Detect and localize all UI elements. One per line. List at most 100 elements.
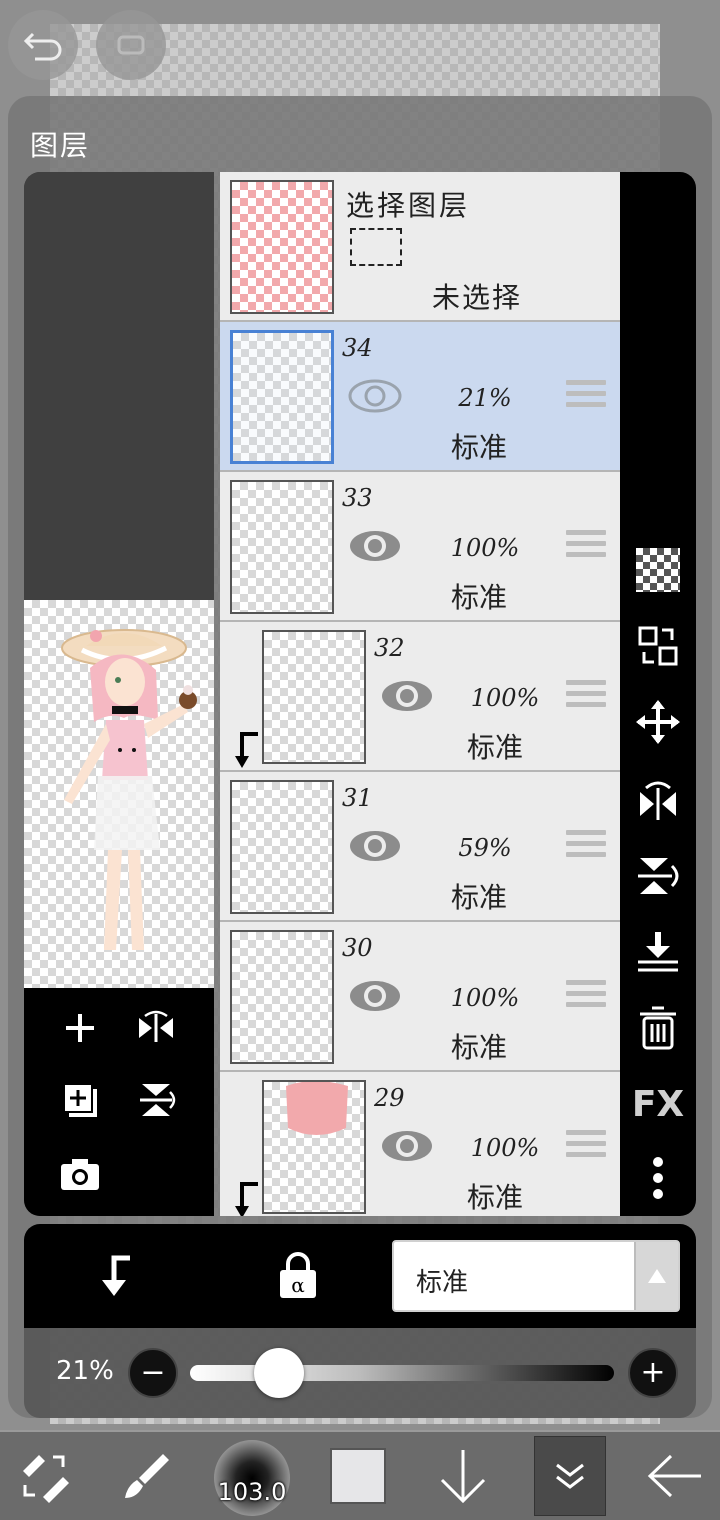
more-options-button[interactable] [632, 1152, 684, 1204]
tool-switch-button[interactable] [12, 1432, 76, 1520]
visibility-eye-icon[interactable] [348, 528, 402, 564]
selection-thumbnail [230, 180, 334, 314]
layer-blend-mode: 标准 [450, 1031, 507, 1064]
move-icon [636, 700, 680, 744]
plus-icon: + [640, 1355, 666, 1390]
transparency-lock-button[interactable] [632, 544, 684, 596]
checkerboard-icon [636, 548, 680, 592]
layer-opacity: 100% [470, 1134, 540, 1162]
layer-list: 选择图层 未选择 34 21% 标准 33 100% 标准 32 100% 标准… [220, 172, 620, 1216]
layer-thumbnail [230, 480, 334, 614]
visibility-eye-icon[interactable] [348, 978, 402, 1014]
layer-thumbnail [230, 330, 334, 464]
layer-down-button[interactable] [428, 1432, 498, 1520]
main-toolbar [0, 1432, 720, 1520]
layer-opacity: 21% [458, 384, 512, 412]
brush-size-value: 103.0 [217, 1478, 287, 1506]
drag-handle-icon[interactable] [566, 830, 606, 864]
visibility-eye-icon[interactable] [348, 828, 402, 864]
layer-blend-mode: 标准 [466, 1181, 523, 1214]
layer-row-32[interactable]: 32 100% 标准 [220, 622, 620, 772]
camera-icon [61, 1159, 99, 1190]
layer-blend-mode: 标准 [466, 731, 523, 764]
swap-icon [638, 626, 678, 666]
plus-icon [66, 1014, 94, 1042]
layer-opacity: 100% [450, 534, 520, 562]
undo-icon [23, 32, 62, 61]
layers-button[interactable] [534, 1436, 606, 1516]
flip-layer-horizontal-button[interactable] [632, 774, 684, 826]
layer-settings-bar: α 标准 [24, 1224, 696, 1328]
move-layer-button[interactable] [632, 696, 684, 748]
undo-button[interactable] [8, 10, 78, 80]
canvas-preview[interactable] [24, 600, 214, 988]
layer-number: 29 [374, 1084, 405, 1112]
layer-blend-mode: 标准 [450, 431, 507, 464]
opacity-increase-button[interactable]: + [628, 1348, 678, 1398]
layer-operations-toolbar: FX [620, 172, 696, 1216]
drag-handle-icon[interactable] [566, 1130, 606, 1164]
layer-thumbnail [262, 630, 366, 764]
layer-number: 34 [342, 334, 373, 362]
panel-title: 图层 [30, 129, 91, 162]
opacity-control: 21% − + [24, 1328, 696, 1418]
opacity-decrease-button[interactable]: − [128, 1348, 178, 1398]
merge-down-icon [638, 932, 678, 972]
visibility-eye-icon[interactable] [380, 1128, 434, 1164]
drag-handle-icon[interactable] [566, 380, 606, 414]
layer-row-34[interactable]: 34 21% 标准 [220, 322, 620, 472]
layer-opacity: 59% [458, 834, 512, 862]
flip-layer-vertical-button[interactable] [632, 850, 684, 902]
layer-number: 30 [342, 934, 373, 962]
drag-handle-icon[interactable] [566, 680, 606, 714]
layer-row-33[interactable]: 33 100% 标准 [220, 472, 620, 622]
layer-number: 32 [374, 634, 405, 662]
add-folder-button[interactable] [54, 1074, 106, 1126]
fx-button[interactable]: FX [632, 1078, 684, 1130]
flip-vertical-icon [638, 858, 679, 894]
add-layer-button[interactable] [54, 1002, 106, 1054]
flip-horizontal-icon [640, 781, 676, 820]
select-layer-row[interactable]: 选择图层 未选择 [220, 172, 620, 322]
flip-vertical-button[interactable] [130, 1074, 182, 1126]
layer-thumbnail [230, 780, 334, 914]
brush-icon [125, 1454, 169, 1498]
thumbnail-content [286, 1081, 348, 1135]
add-layer-copy-icon [63, 1083, 97, 1117]
redo-button[interactable] [96, 10, 166, 80]
clipping-arrow-icon [235, 732, 258, 768]
color-button[interactable] [326, 1432, 390, 1520]
flip-horizontal-icon [139, 1010, 173, 1042]
svg-text:α: α [291, 1273, 305, 1297]
layer-blend-mode: 标准 [450, 881, 507, 914]
drag-handle-icon[interactable] [566, 980, 606, 1014]
back-button[interactable] [640, 1432, 710, 1520]
redo-icon [117, 35, 145, 55]
layer-number: 31 [342, 784, 373, 812]
alpha-lock-button[interactable]: α [276, 1252, 320, 1304]
camera-button[interactable] [54, 1148, 106, 1200]
selection-status: 未选择 [432, 281, 523, 314]
delete-layer-button[interactable] [632, 1002, 684, 1054]
blend-mode-value: 标准 [416, 1268, 469, 1298]
layer-opacity: 100% [470, 684, 540, 712]
layer-row-29[interactable]: 29 100% 标准 [220, 1072, 620, 1216]
chevron-up-icon [634, 1242, 678, 1310]
visibility-eye-icon[interactable] [380, 678, 434, 714]
opacity-slider-knob[interactable] [254, 1348, 305, 1398]
pen-eraser-swap-icon [23, 1455, 69, 1503]
flip-vertical-icon [140, 1084, 176, 1116]
blend-mode-select[interactable]: 标准 [392, 1240, 680, 1312]
clipping-button[interactable] [94, 1254, 134, 1302]
merge-down-button[interactable] [632, 926, 684, 978]
layer-row-30[interactable]: 30 100% 标准 [220, 922, 620, 1072]
brush-button[interactable] [110, 1432, 180, 1520]
visibility-eye-icon[interactable] [348, 378, 402, 414]
drag-handle-icon[interactable] [566, 530, 606, 564]
layer-row-31[interactable]: 31 59% 标准 [220, 772, 620, 922]
arrow-down-icon [440, 1450, 486, 1504]
swap-layer-button[interactable] [632, 620, 684, 672]
opacity-value: 21% [56, 1356, 114, 1386]
layer-number: 33 [342, 484, 373, 512]
flip-horizontal-button[interactable] [130, 1002, 182, 1054]
